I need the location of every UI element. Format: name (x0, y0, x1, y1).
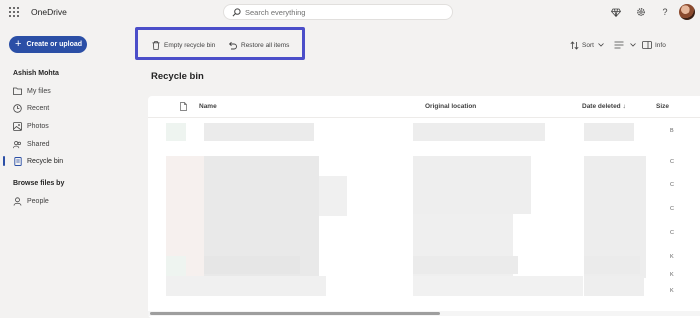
size-cell: C (670, 206, 674, 212)
size-cell: C (670, 182, 674, 188)
file-type-icon (180, 102, 187, 111)
user-name: Ashish Mohta (13, 70, 59, 77)
gear-icon[interactable] (634, 5, 648, 19)
create-or-upload-button[interactable]: + Create or upload (9, 36, 87, 53)
sidebar-item-recycle-bin[interactable]: Recycle bin (13, 155, 63, 167)
sort-arrow-icon: ↓ (622, 103, 626, 110)
size-cell: K (670, 254, 674, 260)
sidebar-item-people[interactable]: People (13, 195, 49, 207)
folder-icon (13, 87, 22, 96)
column-size[interactable]: Size (656, 103, 669, 110)
image-icon (13, 121, 22, 131)
view-options-button[interactable] (614, 40, 639, 50)
sidebar-item-shared[interactable]: Shared (13, 138, 50, 150)
active-indicator (3, 156, 5, 166)
sort-icon (570, 40, 579, 50)
size-cell: B (670, 128, 674, 134)
chevron-down-icon (598, 43, 604, 47)
size-cell: K (670, 272, 674, 278)
diamond-icon[interactable] (609, 5, 623, 19)
create-label: Create or upload (26, 41, 83, 48)
app-title[interactable]: OneDrive (31, 7, 67, 17)
help-icon[interactable]: ? (658, 5, 672, 19)
people-icon (13, 140, 22, 149)
chevron-down-icon (630, 43, 636, 47)
top-bar: OneDrive Search everything ? (0, 0, 700, 25)
restore-all-items-button[interactable]: Restore all items (228, 40, 289, 50)
person-icon (13, 196, 22, 206)
search-icon (232, 8, 241, 17)
info-pane-icon (642, 41, 652, 49)
trash-icon (13, 156, 22, 166)
avatar[interactable] (679, 4, 695, 20)
undo-icon (228, 41, 237, 49)
sidebar-item-recent[interactable]: Recent (13, 102, 49, 114)
column-date-deleted[interactable]: Date deleted ↓ (582, 103, 626, 110)
search-input[interactable]: Search everything (245, 8, 305, 17)
trash-icon (152, 40, 160, 50)
file-list: Name Original location Date deleted ↓ Si… (148, 96, 700, 318)
info-button[interactable]: Info (642, 40, 666, 50)
app-launcher-icon[interactable] (9, 7, 19, 17)
horizontal-scrollbar[interactable] (150, 312, 440, 315)
browse-files-heading: Browse files by (13, 180, 65, 187)
sidebar-item-photos[interactable]: Photos (13, 120, 49, 132)
column-name[interactable]: Name (199, 103, 217, 110)
plus-icon: + (15, 38, 22, 50)
clock-icon (13, 103, 22, 113)
sort-button[interactable]: Sort (570, 40, 607, 50)
column-original-location[interactable]: Original location (425, 103, 476, 110)
size-cell: K (670, 288, 674, 294)
page-title: Recycle bin (151, 71, 204, 82)
size-cell: C (670, 230, 674, 236)
search-box[interactable]: Search everything (223, 4, 453, 20)
sidebar-item-my-files[interactable]: My files (13, 85, 51, 97)
list-header: Name Original location Date deleted ↓ Si… (148, 96, 700, 118)
size-cell: C (670, 159, 674, 165)
empty-recycle-bin-button[interactable]: Empty recycle bin (152, 40, 215, 50)
list-view-icon (614, 41, 624, 49)
